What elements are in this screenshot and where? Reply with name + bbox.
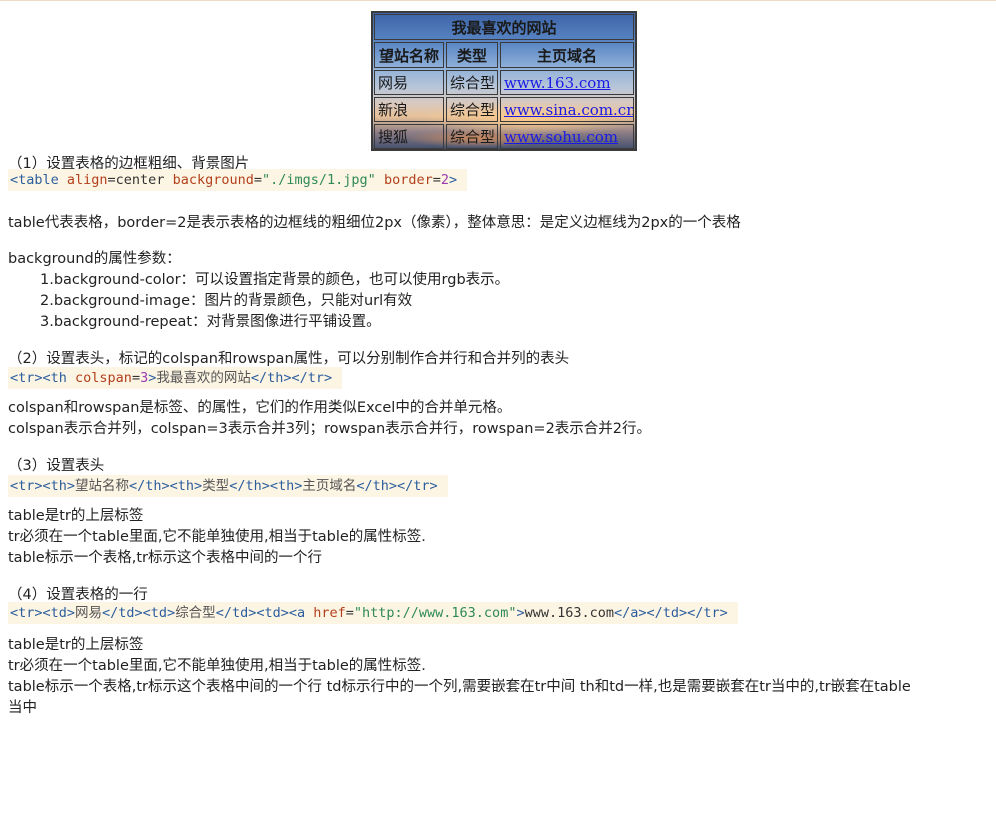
section3-line: tr必须在一个table里面,它不能单独使用,相当于table的属性标签. bbox=[8, 529, 426, 545]
code-plain: = bbox=[432, 172, 441, 188]
section3-line: table标示一个表格,tr标示这个表格中间的一个行 bbox=[8, 550, 322, 566]
section2-heading: （2）设置表头，标记的colspan和rowspan属性，可以分别制作合并行和合… bbox=[8, 351, 570, 367]
section2-description: colspan表示合并列，colspan=3表示合并3列；rowspan表示合并… bbox=[8, 421, 652, 437]
table-cell-type: 综合型 bbox=[446, 124, 498, 149]
section4-line: tr必须在一个table里面,它不能单独使用,相当于table的属性标签. bbox=[8, 658, 426, 674]
code-attr: href bbox=[313, 605, 346, 621]
section3-heading: （3）设置表头 bbox=[8, 458, 105, 474]
section2-code: <tr><th colspan=3>我最喜欢的网站</th></tr> bbox=[8, 367, 343, 389]
code-tag: > bbox=[449, 172, 458, 188]
table-cell-type: 综合型 bbox=[446, 70, 498, 95]
code-text: 综合型 bbox=[175, 605, 216, 621]
code-attr: border bbox=[383, 172, 433, 188]
code-number: 2 bbox=[440, 172, 449, 188]
code-text: www.163.com bbox=[524, 605, 614, 621]
section4-code: <tr><td>网易</td><td>综合型</td><td><a href="… bbox=[8, 602, 738, 624]
section4-line: table标示一个表格,tr标示这个表格中间的一个行 td标示行中的一个列,需要… bbox=[8, 679, 911, 695]
table-cell-type: 综合型 bbox=[446, 97, 498, 122]
code-tag: <tr><td> bbox=[10, 605, 76, 621]
code-tag: </a></td></tr> bbox=[614, 605, 728, 621]
table-header-type: 类型 bbox=[446, 42, 498, 68]
code-attr: background bbox=[172, 172, 254, 188]
code-plain: = bbox=[345, 605, 354, 621]
section2-description: colspan和rowspan是标签、的属性，它们的作用类似Excel中的合并单… bbox=[8, 400, 512, 416]
table-cell-name: 搜狐 bbox=[374, 124, 444, 149]
table-cell-name: 新浪 bbox=[374, 97, 444, 122]
code-string: "./imgs/1.jpg" bbox=[262, 172, 376, 188]
code-plain: = bbox=[131, 370, 141, 386]
code-attr: align bbox=[66, 172, 108, 188]
code-text: 望站名称 bbox=[75, 478, 130, 494]
code-tag: <tr><th bbox=[10, 370, 76, 386]
code-tag: </th><th> bbox=[129, 478, 203, 494]
site-link-sohu[interactable]: www.sohu.com bbox=[504, 128, 618, 146]
background-prop-item: 3.background-repeat：对背景图像进行平铺设置。 bbox=[40, 314, 381, 330]
code-tag: <tr><th> bbox=[10, 478, 76, 494]
table-header-domain: 主页域名 bbox=[500, 42, 634, 68]
code-number: 3 bbox=[140, 370, 149, 386]
table-cell-link: www.sina.com.cn bbox=[500, 97, 634, 122]
section3-code: <tr><th>望站名称</th><th>类型</th><th>主页域名</th… bbox=[8, 475, 448, 497]
section1-code: <table align=center background="./imgs/1… bbox=[8, 169, 468, 191]
code-tag: <table bbox=[10, 172, 67, 188]
code-tag: </th></tr> bbox=[356, 478, 438, 494]
code-tag: </td><td> bbox=[102, 605, 176, 621]
favorite-sites-table: 我最喜欢的网站 望站名称 类型 主页域名 网易 综合型 www.163.com … bbox=[371, 11, 637, 151]
code-tag: > bbox=[516, 605, 525, 621]
site-link-sina[interactable]: www.sina.com.cn bbox=[504, 101, 633, 119]
background-props-title: background的属性参数： bbox=[8, 251, 181, 267]
code-text: 网易 bbox=[75, 605, 103, 621]
background-prop-item: 2.background-image：图片的背景颜色，只能对url有效 bbox=[40, 293, 413, 309]
code-tag: </td><td><a bbox=[215, 605, 314, 621]
section3-line: table是tr的上层标签 bbox=[8, 508, 144, 524]
site-link-163[interactable]: www.163.com bbox=[504, 74, 611, 92]
table-cell-name: 网易 bbox=[374, 70, 444, 95]
table-caption: 我最喜欢的网站 bbox=[374, 14, 634, 40]
code-text: 主页域名 bbox=[302, 478, 357, 494]
code-text: 我最喜欢的网站 bbox=[156, 370, 251, 386]
code-plain: =center bbox=[107, 172, 173, 188]
section4-line: 当中 bbox=[8, 700, 37, 716]
table-cell-link: www.163.com bbox=[500, 70, 634, 95]
background-prop-item: 1.background-color：可以设置指定背景的颜色，也可以使用rgb表… bbox=[40, 272, 510, 288]
code-tag: </th><th> bbox=[229, 478, 303, 494]
code-text: 类型 bbox=[202, 478, 230, 494]
code-string: "http://www.163.com" bbox=[353, 605, 517, 621]
code-plain: = bbox=[253, 172, 262, 188]
table-header-name: 望站名称 bbox=[374, 42, 444, 68]
table-cell-link: www.sohu.com bbox=[500, 124, 634, 149]
section1-description: table代表表格，border=2是表示表格的边框线的粗细位2px（像素），整… bbox=[8, 215, 741, 231]
section4-line: table是tr的上层标签 bbox=[8, 637, 144, 653]
code-attr: colspan bbox=[75, 370, 132, 386]
code-tag: </th></tr> bbox=[250, 370, 333, 386]
